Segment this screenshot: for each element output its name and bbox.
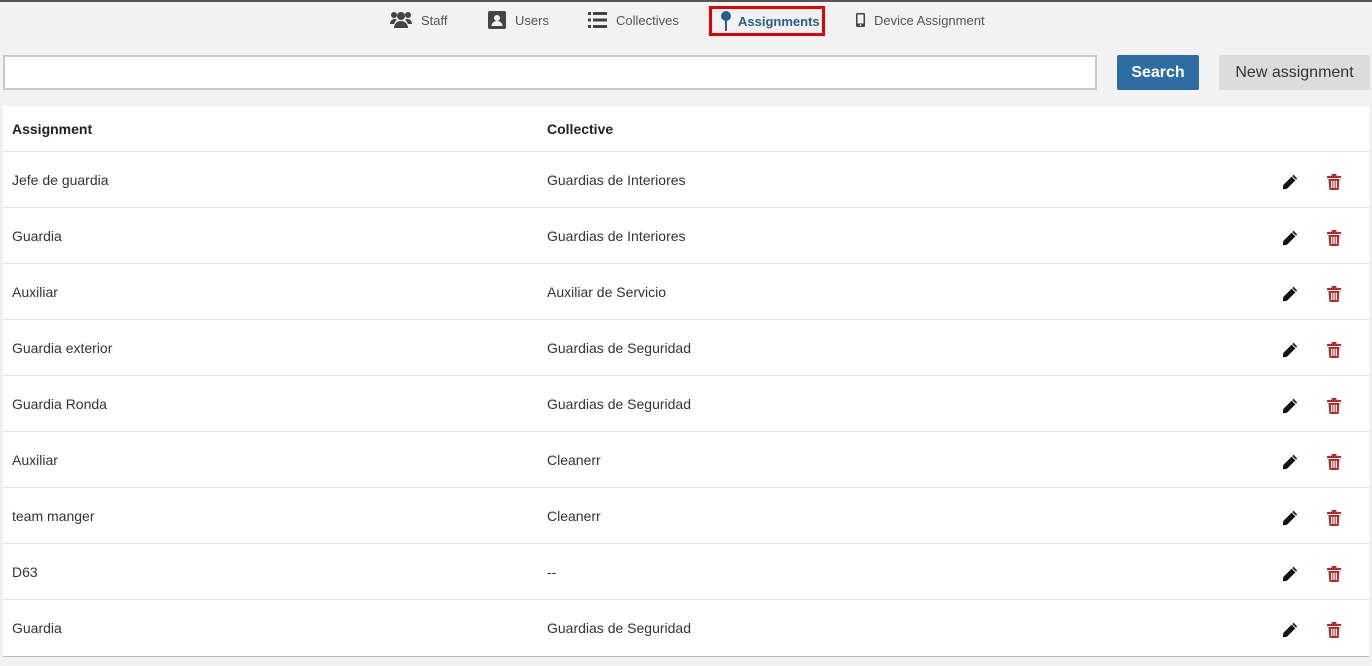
cell-assignment: Jefe de guardia xyxy=(12,171,109,188)
table-row: Auxiliar Auxiliar de Servicio xyxy=(3,264,1369,320)
cell-assignment: Auxiliar xyxy=(12,451,58,468)
tab-users[interactable]: Users xyxy=(488,2,549,38)
trash-icon[interactable] xyxy=(1325,453,1343,471)
tab-staff[interactable]: Staff xyxy=(390,2,448,38)
cell-assignment: Guardia xyxy=(12,227,62,244)
cell-collective: -- xyxy=(547,563,557,580)
cell-collective: Guardias de Interiores xyxy=(547,227,686,244)
cell-collective: Cleanerr xyxy=(547,507,601,524)
pencil-icon[interactable] xyxy=(1281,285,1299,303)
trash-icon[interactable] xyxy=(1325,621,1343,639)
column-header-assignment: Assignment xyxy=(12,120,93,137)
tab-collectives[interactable]: Collectives xyxy=(588,2,679,38)
table-row: Guardia exterior Guardias de Seguridad xyxy=(3,320,1369,376)
tab-users-label: Users xyxy=(515,12,549,28)
cell-assignment: Auxiliar xyxy=(12,283,58,300)
tab-device-assignment[interactable]: Device Assignment xyxy=(856,2,985,38)
cell-collective: Cleanerr xyxy=(547,451,601,468)
address-book-icon xyxy=(488,11,506,29)
cell-collective: Guardias de Interiores xyxy=(547,171,686,188)
pencil-icon[interactable] xyxy=(1281,621,1299,639)
cell-collective: Auxiliar de Servicio xyxy=(547,283,667,300)
pin-icon xyxy=(721,11,731,31)
table-row: Guardia Guardias de Interiores xyxy=(3,208,1369,264)
table-row: Jefe de guardia Guardias de Interiores xyxy=(3,152,1369,208)
tab-collectives-label: Collectives xyxy=(616,12,679,28)
search-button[interactable]: Search xyxy=(1117,55,1199,90)
top-navigation: Staff Users Collectives Assignments Devi… xyxy=(0,2,1372,38)
tab-staff-label: Staff xyxy=(421,12,448,28)
pencil-icon[interactable] xyxy=(1281,397,1299,415)
cell-assignment: team manger xyxy=(12,507,95,524)
assignments-table: Assignment Collective Jefe de guardia Gua… xyxy=(3,106,1369,657)
table-row: team manger Cleanerr xyxy=(3,488,1369,544)
pencil-icon[interactable] xyxy=(1281,509,1299,527)
tab-assignments-label: Assignments xyxy=(738,13,820,29)
pencil-icon[interactable] xyxy=(1281,565,1299,583)
trash-icon[interactable] xyxy=(1325,565,1343,583)
trash-icon[interactable] xyxy=(1325,173,1343,191)
mobile-icon xyxy=(856,13,865,27)
table-row: D63 -- xyxy=(3,544,1369,600)
cell-collective: Guardias de Seguridad xyxy=(547,395,691,412)
table-row: Auxiliar Cleanerr xyxy=(3,432,1369,488)
table-body: Jefe de guardia Guardias de Interiores Gua… xyxy=(3,152,1369,656)
cell-collective: Guardias de Seguridad xyxy=(547,339,691,356)
cell-assignment: Guardia Ronda xyxy=(12,395,107,412)
search-input[interactable] xyxy=(3,55,1097,90)
cell-collective: Guardias de Seguridad xyxy=(547,620,691,636)
pencil-icon[interactable] xyxy=(1281,453,1299,471)
list-icon xyxy=(588,12,607,28)
trash-icon[interactable] xyxy=(1325,229,1343,247)
trash-icon[interactable] xyxy=(1325,285,1343,303)
table-header: Assignment Collective xyxy=(3,106,1369,152)
table-row: Guardia Guardias de Seguridad xyxy=(3,600,1369,656)
cell-assignment: Guardia exterior xyxy=(12,339,113,356)
table-row: Guardia Ronda Guardias de Seguridad xyxy=(3,376,1369,432)
cell-assignment: Guardia xyxy=(12,620,62,636)
cell-assignment: D63 xyxy=(12,563,38,580)
pencil-icon[interactable] xyxy=(1281,341,1299,359)
trash-icon[interactable] xyxy=(1325,509,1343,527)
tab-device-assignment-label: Device Assignment xyxy=(874,12,985,28)
pencil-icon[interactable] xyxy=(1281,173,1299,191)
trash-icon[interactable] xyxy=(1325,341,1343,359)
new-assignment-button[interactable]: New assignment xyxy=(1219,55,1370,90)
tab-assignments[interactable]: Assignments xyxy=(709,6,825,36)
column-header-collective: Collective xyxy=(547,120,614,137)
users-group-icon xyxy=(390,12,412,28)
pencil-icon[interactable] xyxy=(1281,229,1299,247)
trash-icon[interactable] xyxy=(1325,397,1343,415)
